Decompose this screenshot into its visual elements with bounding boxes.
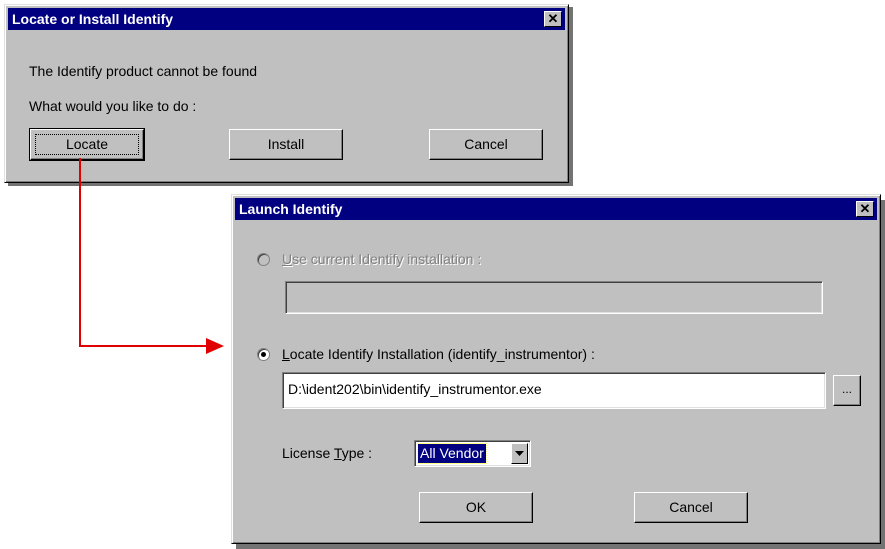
use-current-radio[interactable] xyxy=(257,253,270,266)
chevron-down-icon[interactable] xyxy=(511,443,528,464)
install-button[interactable]: Install xyxy=(229,129,343,160)
license-type-value: All Vendor xyxy=(417,443,487,464)
dialog-title: Launch Identify xyxy=(239,201,343,217)
close-icon[interactable]: ✕ xyxy=(856,201,874,217)
locate-or-install-dialog: Locate or Install Identify ✕ The Identif… xyxy=(4,4,569,183)
use-current-label: Use current Identify installation : xyxy=(282,251,482,267)
license-type-label: License Type : xyxy=(282,445,373,461)
cancel-button[interactable]: Cancel xyxy=(429,129,543,160)
license-type-select[interactable]: All Vendor xyxy=(414,440,531,467)
dialog-title: Locate or Install Identify xyxy=(12,11,174,27)
dialog-titlebar[interactable]: Launch Identify ✕ xyxy=(235,198,877,220)
locate-button[interactable]: Locate xyxy=(29,128,145,161)
dialog-titlebar[interactable]: Locate or Install Identify ✕ xyxy=(8,8,565,30)
focus-rectangle xyxy=(35,134,139,155)
question-label: What would you like to do : xyxy=(29,98,197,114)
current-installation-field xyxy=(285,281,823,314)
installation-path-input[interactable]: D:\ident202\bin\identify_instrumentor.ex… xyxy=(282,372,826,409)
close-icon[interactable]: ✕ xyxy=(544,11,562,27)
ok-button[interactable]: OK xyxy=(419,492,533,523)
cancel-button[interactable]: Cancel xyxy=(634,492,748,523)
locate-installation-radio[interactable] xyxy=(257,348,270,361)
not-found-message: The Identify product cannot be found xyxy=(29,63,258,79)
arrowhead-icon xyxy=(206,338,224,354)
connector-arrow-horizontal xyxy=(79,345,209,347)
connector-arrow-vertical xyxy=(79,158,81,347)
browse-button[interactable]: ... xyxy=(833,375,861,406)
locate-installation-label: Locate Identify Installation (identify_i… xyxy=(282,346,595,362)
launch-identify-dialog: Launch Identify ✕ Use current Identify i… xyxy=(231,194,881,544)
